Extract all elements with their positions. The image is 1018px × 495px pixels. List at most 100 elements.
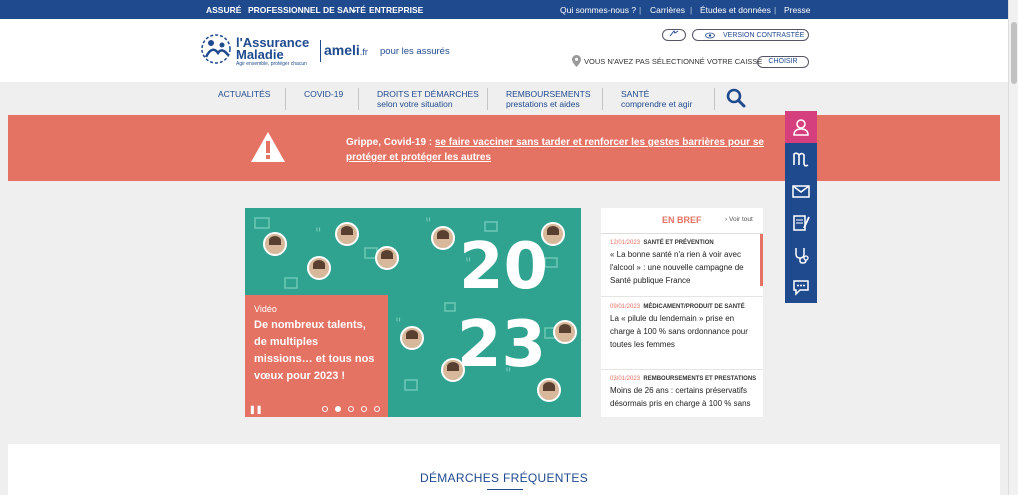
nav-item-actualites[interactable]: ACTUALITÉS xyxy=(218,89,270,99)
ameli-suffix: .fr xyxy=(359,47,368,57)
find-doctor-button[interactable] xyxy=(785,239,817,271)
news-meta: 03/01/2023 REMBOURSEMENTS ET PRESTATIONS xyxy=(610,376,758,383)
news-date: 09/01/2023 xyxy=(610,304,641,310)
news-category: REMBOURSEMENTS ET PRESTATIONS xyxy=(643,376,757,382)
portrait-photo xyxy=(263,232,287,256)
nav-separator xyxy=(358,88,359,110)
mail-icon xyxy=(792,185,810,198)
chat-icon xyxy=(793,280,809,296)
topbar-separator: | xyxy=(639,5,642,15)
topbar-link-entreprise[interactable]: ENTREPRISE xyxy=(369,5,423,15)
nav-item-title: REMBOURSEMENTS xyxy=(506,89,591,99)
logo-wordmark[interactable]: l'Assurance Maladie xyxy=(236,36,309,62)
portrait-photo xyxy=(431,226,455,250)
brief-scroll-indicator[interactable] xyxy=(760,234,763,286)
carousel-dot[interactable] xyxy=(361,406,367,412)
portrait-photo xyxy=(335,222,359,246)
forms-button[interactable] xyxy=(785,207,817,239)
caption-title: De nombreux talents, de multiples missio… xyxy=(254,319,375,382)
hand-icon xyxy=(669,30,679,37)
nav-item-sub: selon votre situation xyxy=(377,99,453,109)
news-text: Moins de 26 ans : certains préservatifs … xyxy=(610,386,751,408)
nav-separator xyxy=(714,88,715,110)
nav-separator xyxy=(602,88,603,110)
assurance-maladie-emblem-icon[interactable] xyxy=(200,33,233,65)
nav-item-title: COVID-19 xyxy=(304,89,344,99)
carousel-dot-active[interactable] xyxy=(335,406,341,412)
scrollbar-thumb[interactable] xyxy=(1011,22,1017,84)
see-all-link[interactable]: › Voir tout xyxy=(725,216,753,223)
svg-text:": " xyxy=(425,216,431,232)
news-item[interactable]: 12/01/2023 SANTÉ ET PRÉVENTION « La bonn… xyxy=(610,240,758,287)
portrait-photo xyxy=(400,326,424,350)
logo-divider xyxy=(320,40,321,62)
portrait-photo xyxy=(553,320,577,344)
news-date: 03/01/2023 xyxy=(610,376,641,382)
brief-title: EN BREF xyxy=(662,215,702,225)
nav-item-remboursements[interactable]: REMBOURSEMENTS prestations et aides xyxy=(506,89,591,109)
account-button[interactable] xyxy=(785,111,817,143)
nav-item-droits[interactable]: DROITS ET DÉMARCHES selon votre situation xyxy=(377,89,479,109)
top-bar: ASSURÉ PROFESSIONNEL DE SANTÉ ⌄ ENTREPRI… xyxy=(0,0,1008,19)
topbar-link-qui-sommes-nous[interactable]: Qui sommes-nous ? xyxy=(560,5,636,15)
alert-prefix: Grippe, Covid-19 : xyxy=(346,137,435,148)
carousel-caption[interactable]: Vidéo De nombreux talents, de multiples … xyxy=(245,295,388,417)
topbar-link-carrieres[interactable]: Carrières xyxy=(650,5,685,15)
topbar-link-assure[interactable]: ASSURÉ xyxy=(206,5,241,15)
carousel-dot[interactable] xyxy=(322,406,328,412)
search-icon[interactable] xyxy=(726,88,746,108)
contact-mail-button[interactable] xyxy=(785,175,817,207)
year-bottom-digits: 23 xyxy=(457,308,547,382)
ameli-account-button[interactable] xyxy=(785,143,817,175)
audience-label: pour les assurés xyxy=(380,46,450,57)
topbar-link-etudes[interactable]: Études et données xyxy=(700,5,771,15)
news-divider xyxy=(601,296,763,297)
caption-kind: Vidéo xyxy=(254,304,277,314)
brief-divider xyxy=(601,233,763,234)
carousel-dot[interactable] xyxy=(348,406,354,412)
contrast-label: VERSION CONTRASTÉE xyxy=(723,32,805,39)
warning-icon xyxy=(251,132,285,162)
topbar-separator: | xyxy=(774,5,777,15)
main-nav xyxy=(0,82,1008,116)
carousel-dot[interactable] xyxy=(374,406,380,412)
location-pin-icon xyxy=(572,55,581,67)
ameli-logo[interactable]: ameli.fr xyxy=(324,42,368,58)
pause-icon[interactable]: ❚❚ xyxy=(249,405,262,414)
portrait-photo xyxy=(375,246,399,270)
choose-caisse-button[interactable]: CHOISIR xyxy=(757,56,809,68)
nav-separator xyxy=(487,88,488,110)
topbar-separator: | xyxy=(690,5,693,15)
nav-item-covid[interactable]: COVID-19 xyxy=(304,89,343,99)
nav-item-sante[interactable]: SANTÉ comprendre et agir xyxy=(621,89,692,109)
news-item[interactable]: 03/01/2023 REMBOURSEMENTS ET PRESTATIONS… xyxy=(610,376,758,410)
nav-item-title: DROITS ET DÉMARCHES xyxy=(377,89,479,99)
news-meta: 12/01/2023 SANTÉ ET PRÉVENTION xyxy=(610,240,758,247)
caisse-status-text: VOUS N'AVEZ PAS SÉLECTIONNÉ VOTRE CAISSE xyxy=(584,57,763,66)
news-category: SANTÉ ET PRÉVENTION xyxy=(643,240,714,246)
svg-text:": " xyxy=(315,226,321,242)
topbar-link-professionnel[interactable]: PROFESSIONNEL DE SANTÉ xyxy=(248,5,366,15)
news-text: « La bonne santé n'a rien à voir avec l'… xyxy=(610,250,744,285)
stethoscope-icon xyxy=(795,248,809,264)
sign-language-button[interactable] xyxy=(662,29,686,41)
choose-label: CHOISIR xyxy=(768,58,798,65)
news-meta: 09/01/2023 MÉDICAMENT/PRODUIT DE SANTÉ xyxy=(610,304,758,311)
site-header xyxy=(0,19,1008,82)
news-brief-panel: EN BREF › Voir tout 12/01/2023 SANTÉ ET … xyxy=(601,208,763,417)
portrait-photo xyxy=(307,256,331,280)
section-title: DÉMARCHES FRÉQUENTES xyxy=(419,471,589,485)
contrast-toggle-button[interactable]: VERSION CONTRASTÉE xyxy=(692,29,809,41)
frequent-steps-section: DÉMARCHES FRÉQUENTES xyxy=(8,444,1000,495)
account-icon xyxy=(793,119,809,136)
news-divider xyxy=(601,369,763,370)
news-text: La « pilule du lendemain » prise en char… xyxy=(610,314,748,349)
news-item[interactable]: 09/01/2023 MÉDICAMENT/PRODUIT DE SANTÉ L… xyxy=(610,304,758,351)
logo-tagline: Agir ensemble, protéger chacun xyxy=(236,61,307,67)
chevron-down-icon[interactable]: ⌄ xyxy=(351,5,358,14)
scrollbar[interactable] xyxy=(1008,0,1018,495)
logo-line2: Maladie xyxy=(236,47,284,62)
nav-separator xyxy=(285,88,286,110)
chat-button[interactable] xyxy=(785,271,817,303)
topbar-link-presse[interactable]: Presse xyxy=(784,5,810,15)
